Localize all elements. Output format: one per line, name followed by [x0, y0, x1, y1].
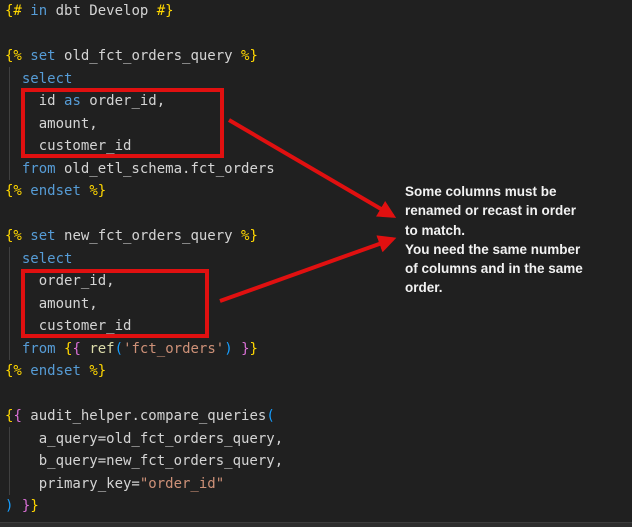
code-editor[interactable]: {# in dbt Develop #} {% set old_fct_order…: [5, 0, 283, 518]
editor-screenshot: {# in dbt Develop #} {% set old_fct_order…: [0, 0, 632, 527]
annotation-note: Some columns must be renamed or recast i…: [405, 182, 630, 298]
code-line: {% set new_fct_orders_query %}: [5, 225, 283, 248]
code-line: [5, 203, 283, 226]
code-line: from {{ ref('fct_orders') }}: [5, 338, 283, 361]
bottom-panel-edge: [0, 522, 632, 527]
annotation-line: renamed or recast in order: [405, 201, 630, 220]
code-line: select: [5, 248, 283, 271]
code-line: [5, 383, 283, 406]
code-line: ) }}: [5, 495, 283, 518]
annotation-line: to match.: [405, 221, 630, 240]
annotation-line: order.: [405, 278, 630, 297]
annotation-line: Some columns must be: [405, 182, 630, 201]
code-line: from old_etl_schema.fct_orders: [5, 158, 283, 181]
code-line: {% set old_fct_orders_query %}: [5, 45, 283, 68]
annotation-line: You need the same number: [405, 240, 630, 259]
code-line: primary_key="order_id": [5, 473, 283, 496]
code-line: {# in dbt Develop #}: [5, 0, 283, 23]
code-line: a_query=old_fct_orders_query,: [5, 428, 283, 451]
code-line: [5, 23, 283, 46]
code-line: {% endset %}: [5, 180, 283, 203]
code-line: {{ audit_helper.compare_queries(: [5, 405, 283, 428]
code-line: b_query=new_fct_orders_query,: [5, 450, 283, 473]
annotation-line: of columns and in the same: [405, 259, 630, 278]
code-line: select: [5, 68, 283, 91]
code-line: {% endset %}: [5, 360, 283, 383]
highlight-box-old-columns: [21, 88, 224, 158]
highlight-box-new-columns: [21, 269, 209, 338]
